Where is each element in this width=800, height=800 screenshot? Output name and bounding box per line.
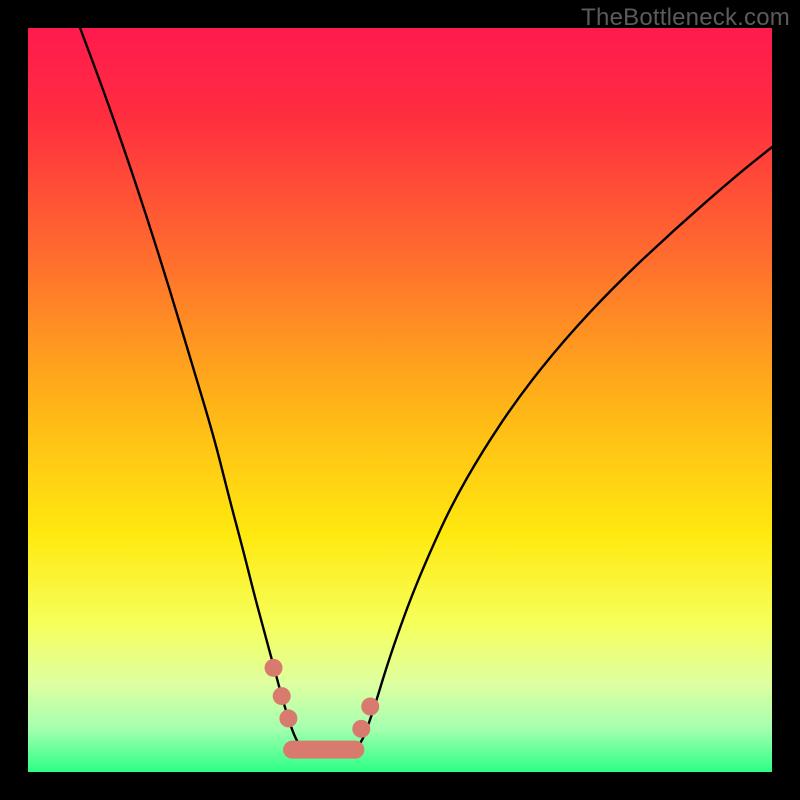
plot-area	[28, 28, 772, 772]
marker-dot	[352, 720, 370, 738]
marker-dot	[265, 659, 283, 677]
marker-dot	[273, 687, 291, 705]
chart-svg	[28, 28, 772, 772]
watermark-text: TheBottleneck.com	[581, 4, 790, 32]
marker-dot	[279, 709, 297, 727]
gradient-background	[28, 28, 772, 772]
marker-dot	[361, 698, 379, 716]
chart-frame: TheBottleneck.com	[0, 0, 800, 800]
